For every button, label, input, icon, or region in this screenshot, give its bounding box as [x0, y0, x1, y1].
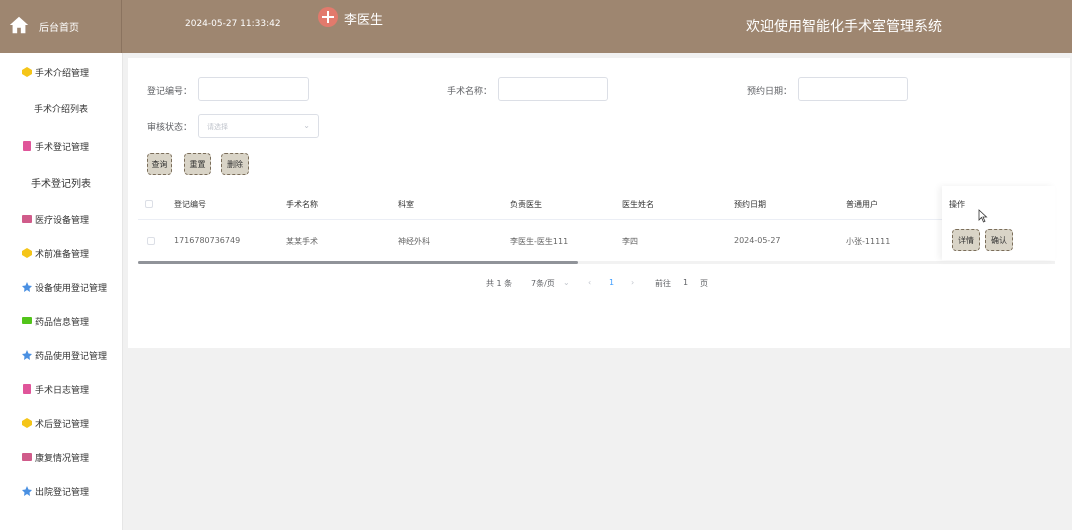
next-page-icon[interactable]: ›	[631, 278, 634, 287]
table-cell: 2024-05-27	[734, 236, 781, 245]
sidebar-item-medical-equipment[interactable]: 医疗设备管理	[0, 209, 122, 229]
sidebar-item-label: 医疗设备管理	[35, 215, 90, 226]
chevron-down-icon: ⌄	[563, 278, 570, 287]
status-select-placeholder: 请选择	[207, 123, 228, 131]
user-avatar[interactable]	[318, 7, 338, 27]
doc-icon	[22, 141, 32, 151]
goto-page-input[interactable]: 1	[683, 278, 688, 287]
page-number-current[interactable]: 1	[609, 278, 614, 287]
sidebar-item-label: 药品信息管理	[35, 317, 90, 328]
message-icon	[22, 316, 32, 326]
sidebar-item-label: 康复情况管理	[35, 453, 90, 464]
column-header: 登记编号	[174, 200, 206, 209]
status-label: 审核状态：	[147, 123, 193, 133]
column-header: 医生姓名	[622, 200, 654, 209]
sidebar-item-drug-info[interactable]: 药品信息管理	[0, 311, 122, 331]
sidebar-item-label: 手术日志管理	[35, 385, 90, 396]
column-header: 手术名称	[286, 200, 318, 209]
username: 李医生	[344, 13, 384, 28]
sidebar-item-label: 手术登记管理	[35, 142, 90, 153]
surgery-name-input[interactable]	[498, 77, 608, 101]
home-link[interactable]: 后台首页	[0, 0, 122, 53]
search-button[interactable]: 查询	[147, 153, 172, 175]
table-cell: 神经外科	[398, 237, 430, 246]
table-cell: 李四	[622, 237, 638, 246]
prev-page-icon[interactable]: ‹	[588, 278, 591, 287]
page-suffix: 页	[700, 279, 708, 288]
mouse-cursor-icon	[978, 208, 988, 227]
sidebar-item-label: 出院登记管理	[35, 487, 90, 498]
header-divider	[138, 219, 1055, 220]
system-title: 欢迎使用智能化手术室管理系统	[746, 19, 942, 35]
sidebar-subitem-surgery-reg-list[interactable]: 手术登记列表	[0, 175, 122, 190]
chevron-down-icon: ⌄	[303, 121, 310, 130]
doc-icon	[22, 384, 32, 394]
reg-no-label: 登记编号：	[147, 87, 193, 97]
top-bar: 后台首页 2024-05-27 11:33:42 李医生 欢迎使用智能化手术室管…	[0, 0, 1072, 53]
sidebar-item-label: 术后登记管理	[35, 419, 90, 430]
sidebar-item-discharge[interactable]: 出院登记管理	[0, 481, 122, 501]
column-header: 科室	[398, 200, 414, 209]
sidebar-item-postop[interactable]: 术后登记管理	[0, 413, 122, 433]
column-header: 负责医生	[510, 200, 542, 209]
star-icon	[22, 486, 32, 496]
hexagon-icon	[22, 248, 32, 258]
appt-date-input[interactable]	[798, 77, 908, 101]
folder-icon	[22, 452, 32, 462]
reset-button[interactable]: 重置	[184, 153, 211, 175]
appt-date-label: 预约日期：	[747, 87, 793, 97]
folder-icon	[22, 214, 32, 224]
table-cell: 1716780736749	[174, 236, 241, 245]
table-cell: 某某手术	[286, 237, 318, 246]
row-checkbox[interactable]	[147, 237, 155, 245]
table-cell: 小张-11111	[846, 237, 891, 246]
datetime-display: 2024-05-27 11:33:42	[185, 19, 281, 29]
hexagon-icon	[22, 418, 32, 428]
content-card	[128, 58, 1070, 348]
home-icon	[8, 14, 30, 40]
sidebar-item-surgery-intro[interactable]: 手术介绍管理	[0, 62, 122, 82]
status-select[interactable]: 请选择 ⌄	[198, 114, 319, 138]
sidebar-item-label: 手术介绍管理	[35, 68, 90, 79]
surgery-name-label: 手术名称：	[447, 87, 493, 97]
sidebar-item-preop[interactable]: 术前准备管理	[0, 243, 122, 263]
sidebar-item-label: 术前准备管理	[35, 249, 90, 260]
home-label: 后台首页	[39, 23, 79, 34]
table-cell: 李医生-医生111	[510, 237, 569, 246]
hexagon-icon	[22, 67, 32, 77]
sidebar-item-equipment-usage[interactable]: 设备使用登记管理	[0, 277, 122, 297]
goto-label: 前往	[655, 279, 671, 288]
column-header: 普通用户	[846, 200, 878, 209]
confirm-button[interactable]: 确认	[985, 229, 1013, 251]
sidebar-item-label: 设备使用登记管理	[35, 283, 108, 294]
sidebar-item-label: 药品使用登记管理	[35, 351, 108, 362]
column-header: 操作	[949, 200, 965, 209]
pagination-total: 共 1 条	[486, 279, 513, 288]
sidebar-item-surgery-reg[interactable]: 手术登记管理	[0, 136, 122, 156]
sidebar-item-recovery[interactable]: 康复情况管理	[0, 447, 122, 467]
reg-no-input[interactable]	[198, 77, 309, 101]
star-icon	[22, 350, 32, 360]
sidebar-item-drug-usage[interactable]: 药品使用登记管理	[0, 345, 122, 365]
horizontal-scrollbar-thumb[interactable]	[138, 261, 578, 264]
detail-button[interactable]: 详情	[952, 229, 980, 251]
select-all-checkbox[interactable]	[145, 200, 153, 208]
star-icon	[22, 282, 32, 292]
sidebar-item-surgery-log[interactable]: 手术日志管理	[0, 379, 122, 399]
delete-button[interactable]: 删除	[221, 153, 249, 175]
column-header: 预约日期	[734, 200, 766, 209]
sidebar-subitem-surgery-intro-list[interactable]: 手术介绍列表	[0, 102, 122, 115]
page-size-select[interactable]: 7条/页	[531, 278, 555, 289]
